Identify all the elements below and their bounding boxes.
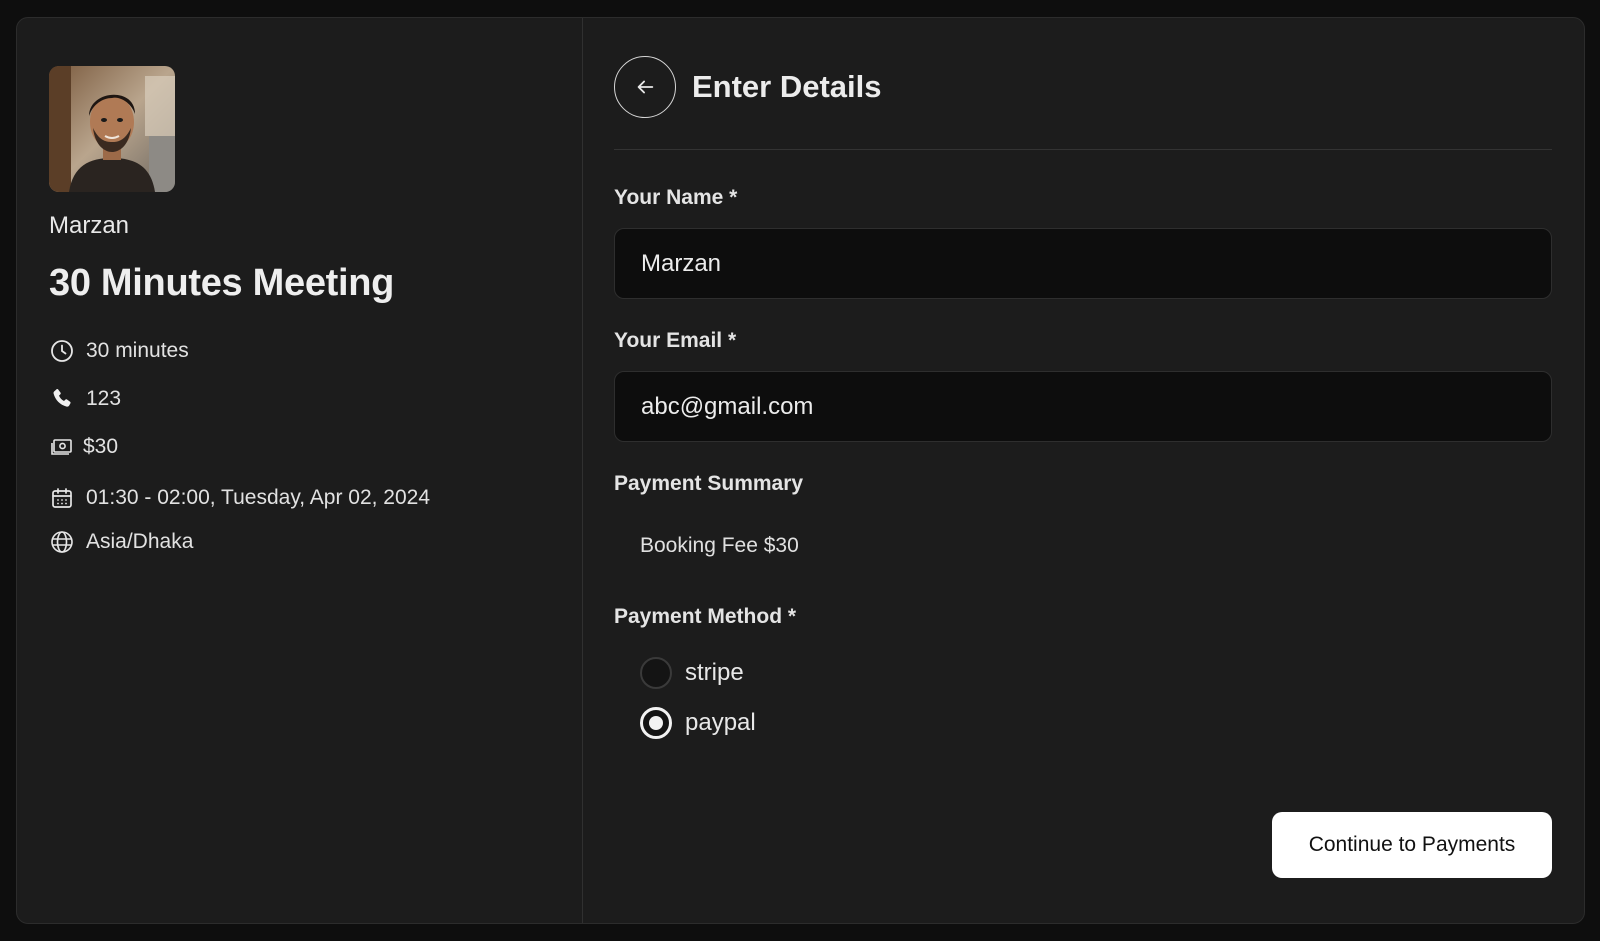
- payment-method-options: stripe paypal: [640, 657, 1552, 739]
- globe-icon: [49, 529, 75, 555]
- payment-option-stripe[interactable]: stripe: [640, 657, 1552, 689]
- paypal-radio[interactable]: [640, 707, 672, 739]
- phone-text: 123: [86, 387, 122, 410]
- booking-card: Marzan 30 Minutes Meeting 30 minutes 123…: [16, 17, 1585, 924]
- host-name: Marzan: [49, 212, 130, 239]
- payment-summary-label: Payment Summary: [614, 472, 804, 495]
- header-divider: [614, 149, 1552, 150]
- stripe-radio[interactable]: [640, 657, 672, 689]
- meeting-info-panel: Marzan 30 Minutes Meeting 30 minutes 123…: [17, 18, 583, 923]
- name-input-value: Marzan: [641, 249, 722, 277]
- meeting-price: $30: [49, 435, 582, 459]
- meeting-datetime: 01:30 - 02:00, Tuesday, Apr 02, 2024: [49, 486, 582, 510]
- duration-text: 30 minutes: [86, 339, 189, 362]
- name-label: Your Name *: [614, 186, 738, 209]
- stripe-label: stripe: [685, 659, 744, 686]
- meeting-timezone: Asia/Dhaka: [49, 530, 582, 554]
- continue-to-payments-button[interactable]: Continue to Payments: [1272, 812, 1552, 878]
- datetime-text: 01:30 - 02:00, Tuesday, Apr 02, 2024: [86, 486, 431, 509]
- meeting-details: 30 minutes 123 $30 01:30 - 02:00, Tuesda…: [49, 339, 582, 554]
- meeting-title: 30 Minutes Meeting: [49, 262, 395, 304]
- back-button[interactable]: [614, 56, 676, 118]
- booking-fee-line: Booking Fee $30: [640, 534, 799, 557]
- avatar-photo-icon: [49, 66, 175, 192]
- clock-icon: [49, 338, 75, 364]
- email-input-value: abc@gmail.com: [641, 392, 814, 420]
- money-icon: [49, 434, 75, 460]
- payment-method-label: Payment Method *: [614, 605, 797, 628]
- price-text: $30: [83, 435, 119, 458]
- name-input[interactable]: Marzan: [614, 228, 1552, 299]
- meeting-duration: 30 minutes: [49, 339, 582, 363]
- paypal-label: paypal: [685, 709, 756, 736]
- payment-option-paypal[interactable]: paypal: [640, 707, 1552, 739]
- timezone-text: Asia/Dhaka: [86, 530, 194, 553]
- host-avatar: [49, 66, 175, 192]
- calendar-icon: [49, 485, 75, 511]
- email-label: Your Email *: [614, 329, 737, 352]
- meeting-phone: 123: [49, 387, 582, 411]
- details-form-panel: Enter Details Your Name * Marzan Your Em…: [583, 18, 1584, 923]
- form-header: Enter Details: [614, 56, 1552, 118]
- page-title: Enter Details: [692, 69, 882, 104]
- email-input[interactable]: abc@gmail.com: [614, 371, 1552, 442]
- phone-icon: [49, 386, 75, 412]
- arrow-left-icon: [637, 80, 654, 94]
